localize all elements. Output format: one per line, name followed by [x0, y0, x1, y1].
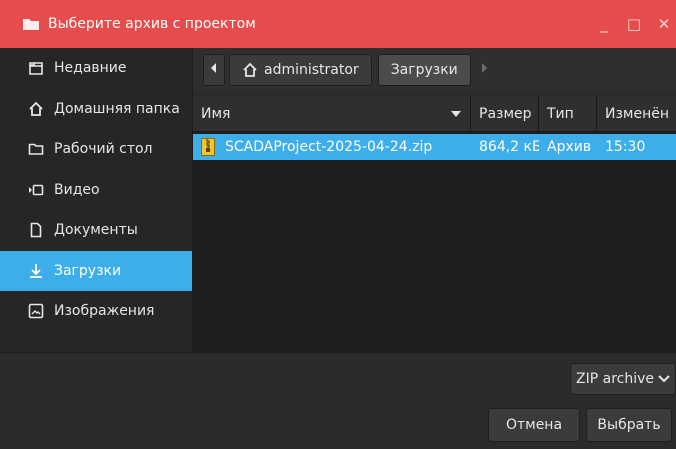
image-icon	[28, 303, 44, 319]
file-name-cell: SCADAProject-2025-04-24.zip	[193, 134, 471, 160]
zip-archive-icon	[201, 138, 217, 156]
chevron-right-icon	[480, 62, 488, 78]
select-button[interactable]: Выбрать	[586, 408, 672, 442]
sidebar-item-label: Загрузки	[54, 262, 122, 279]
filter-value: ZIP archive	[576, 371, 654, 387]
breadcrumb-downloads[interactable]: Загрузки	[377, 54, 471, 86]
column-header-modified[interactable]: Изменён	[597, 96, 676, 132]
title-bar[interactable]: Выберите архив с проектом _ □ ✕	[0, 0, 676, 48]
sidebar-item-images[interactable]: Изображения	[0, 291, 192, 332]
sidebar-item-recent[interactable]: Недавние	[0, 48, 192, 89]
breadcrumb-label: Загрузки	[390, 62, 458, 78]
file-type-filter-select[interactable]: ZIP archive	[570, 363, 676, 395]
close-button[interactable]: ✕	[652, 15, 676, 33]
file-list[interactable]: Имя Размер Тип Изменён SCADAProject-2025…	[193, 95, 676, 352]
column-header-label: Имя	[201, 105, 231, 122]
path-forward-button[interactable]	[472, 54, 495, 86]
sidebar-item-label: Домашняя папка	[54, 100, 180, 117]
column-header-name[interactable]: Имя	[193, 95, 471, 132]
sidebar-item-downloads[interactable]: Загрузки	[0, 250, 192, 291]
places-sidebar: Недавние Домашняя папка Рабочий стол Вид…	[0, 48, 193, 352]
chevron-left-icon	[210, 62, 218, 78]
file-modified: 15:30	[605, 139, 646, 155]
column-header-size[interactable]: Размер	[471, 95, 539, 132]
sidebar-item-label: Видео	[54, 181, 100, 198]
document-icon	[28, 222, 44, 238]
path-back-button[interactable]	[203, 54, 225, 86]
column-header-label: Тип	[547, 105, 574, 122]
cancel-button[interactable]: Отмена	[488, 408, 580, 442]
breadcrumb-label: administrator	[264, 62, 359, 78]
sidebar-item-documents[interactable]: Документы	[0, 210, 192, 251]
dialog-footer: ZIP archive Отмена Выбрать	[0, 352, 676, 449]
chevron-down-icon	[658, 375, 670, 383]
file-type: Архив	[547, 139, 592, 155]
column-header-row: Имя Размер Тип Изменён	[193, 95, 676, 132]
column-header-label: Изменён	[605, 105, 670, 122]
column-header-type[interactable]: Тип	[539, 95, 597, 132]
sidebar-item-desktop[interactable]: Рабочий стол	[0, 129, 192, 170]
column-header-label: Размер	[479, 105, 532, 122]
file-size: 864,2 кБ	[479, 139, 539, 155]
download-icon	[28, 263, 44, 279]
desktop-folder-icon	[28, 141, 44, 157]
sort-descending-icon	[450, 106, 462, 122]
sidebar-item-label: Рабочий стол	[54, 141, 153, 158]
folder-icon	[22, 16, 40, 32]
sidebar-item-home[interactable]: Домашняя папка	[0, 89, 192, 130]
window-title: Выберите архив с проектом	[48, 16, 256, 32]
sidebar-item-label: Недавние	[54, 60, 127, 77]
video-icon	[28, 182, 44, 198]
maximize-button[interactable]: □	[622, 15, 646, 33]
file-name: SCADAProject-2025-04-24.zip	[225, 139, 433, 155]
sidebar-item-label: Документы	[54, 222, 138, 239]
sidebar-item-video[interactable]: Видео	[0, 170, 192, 211]
recent-icon	[28, 60, 44, 76]
window-controls: _ □ ✕	[586, 0, 676, 48]
path-bar: administrator Загрузки	[193, 48, 676, 92]
file-row[interactable]: SCADAProject-2025-04-24.zip 864,2 кБ Арх…	[193, 134, 676, 160]
sidebar-item-label: Изображения	[54, 303, 155, 320]
home-icon	[242, 62, 258, 78]
minimize-button[interactable]: _	[592, 15, 616, 33]
breadcrumb-administrator[interactable]: administrator	[229, 54, 372, 86]
home-icon	[28, 101, 44, 117]
